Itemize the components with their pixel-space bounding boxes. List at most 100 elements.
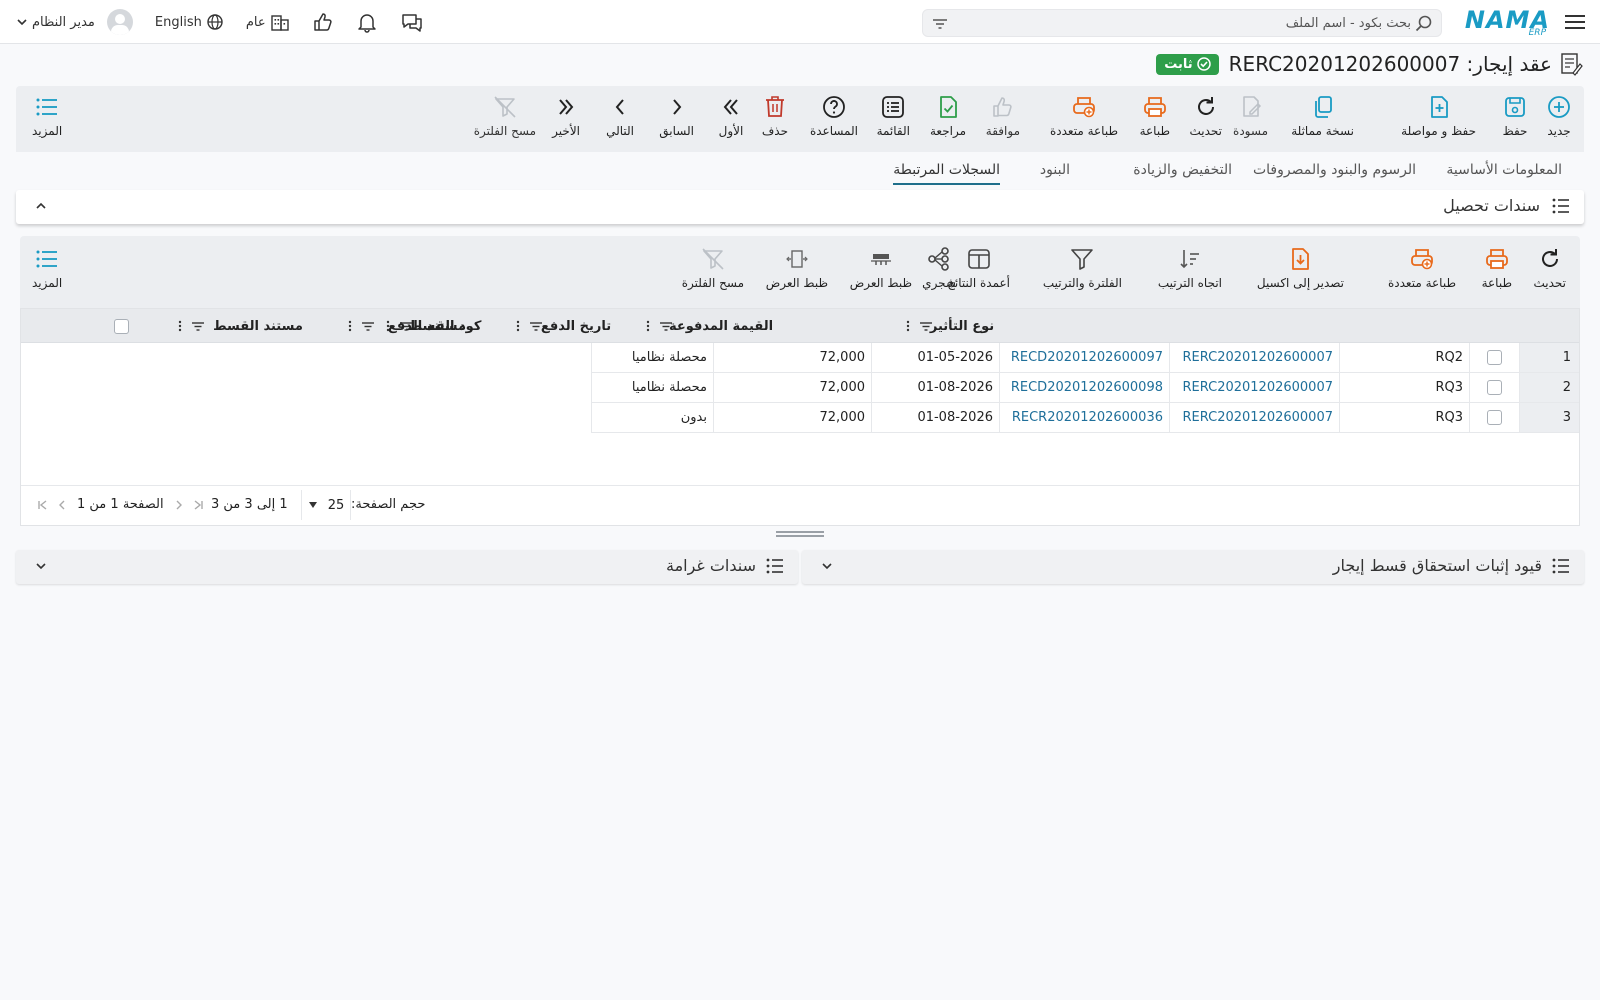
tab-items[interactable]: البنود: [1040, 162, 1070, 178]
penalty-receipts-panel[interactable]: سندات غرامة: [16, 550, 798, 584]
installment-doc-link[interactable]: RERC20201202600007: [1169, 373, 1339, 403]
help-button[interactable]: المساعدة: [810, 94, 858, 138]
last-page-icon[interactable]: [37, 499, 49, 511]
sort-icon: [1180, 250, 1199, 269]
grid-more-button[interactable]: المزيد: [32, 246, 62, 290]
duplicate-button[interactable]: نسخة مماثلة: [1291, 94, 1354, 138]
chevron-down-icon[interactable]: [34, 559, 48, 573]
column-filter-icon[interactable]: [919, 320, 933, 332]
column-filter-icon[interactable]: [361, 320, 375, 332]
review-button[interactable]: مراجعة: [930, 94, 966, 138]
filter-icon[interactable]: [931, 15, 949, 33]
chevron-up-icon[interactable]: [34, 199, 48, 213]
first-button[interactable]: الأول: [718, 94, 744, 138]
export-excel-button[interactable]: تصدير إلى اكسيل: [1257, 246, 1344, 290]
copy-icon: [1314, 96, 1332, 118]
column-filter-icon[interactable]: [529, 320, 543, 332]
user-menu[interactable]: مدير النظام: [16, 9, 137, 35]
col-installment-doc[interactable]: مستند القسط: [173, 309, 343, 343]
search-input[interactable]: [971, 10, 1411, 36]
column-menu-icon[interactable]: [345, 319, 355, 333]
table-row[interactable]: 3 RQ3 RERC20201202600007 RECR20201202600…: [21, 403, 1579, 433]
status-badge: ثابت: [1156, 53, 1219, 75]
delete-button[interactable]: حذف: [762, 94, 788, 138]
fit-view-alt-button[interactable]: ظبط العرض: [766, 246, 828, 290]
column-menu-icon[interactable]: [643, 319, 653, 333]
page-size-select[interactable]: 25: [301, 490, 351, 520]
thumbs-up-icon: [312, 11, 334, 33]
more-button[interactable]: المزيد: [32, 94, 62, 138]
save-continue-button[interactable]: حفظ و مواصلة: [1401, 94, 1476, 138]
next-page-icon[interactable]: [57, 499, 67, 511]
last-button[interactable]: الأخير: [552, 94, 580, 138]
list-icon: [1552, 198, 1570, 214]
effect-type-cell: محصلة نظاميا: [591, 373, 713, 403]
row-checkbox[interactable]: [1487, 380, 1502, 395]
select-all-checkbox[interactable]: [113, 318, 129, 334]
chevron-down-icon[interactable]: [820, 559, 834, 573]
language-switch[interactable]: English: [155, 13, 228, 31]
col-paid-amount[interactable]: القيمة المدفوعة: [641, 309, 801, 343]
fit-view-button[interactable]: ظبط العرض: [850, 246, 912, 290]
tab-basic-info[interactable]: المعلومات الأساسية: [1446, 162, 1562, 178]
column-filter-icon[interactable]: [659, 320, 673, 332]
approve-button[interactable]: موافقة: [986, 94, 1020, 138]
multi-print-button[interactable]: طباعة متعددة: [1050, 94, 1118, 138]
filter-sort-button[interactable]: الفلترة والترتيب: [1043, 246, 1122, 290]
table-row[interactable]: 2 RQ3 RERC20201202600007 RECD20201202600…: [21, 373, 1579, 403]
logo[interactable]: NAMA ERP: [1465, 6, 1550, 38]
clear-filter-button[interactable]: مسح الفلترة: [474, 94, 536, 138]
refresh-button[interactable]: تحديث: [1189, 94, 1222, 138]
receipts-panel-header[interactable]: سندات تحصيل: [16, 190, 1584, 224]
chat-button[interactable]: [400, 11, 428, 33]
first-page-icon[interactable]: [192, 499, 204, 511]
installment-code-cell: RQ2: [1339, 343, 1469, 373]
column-menu-icon[interactable]: [513, 319, 523, 333]
columns-icon: [967, 249, 990, 269]
grid-clear-filter-button[interactable]: مسح الفلترة: [682, 246, 744, 290]
installment-doc-link[interactable]: RERC20201202600007: [1169, 403, 1339, 433]
search-icon[interactable]: [1415, 15, 1433, 33]
previous-page-icon[interactable]: [174, 499, 184, 511]
payment-doc-link[interactable]: RECD20201202600098: [999, 373, 1169, 403]
tree-view-button[interactable]: شجري: [922, 246, 956, 290]
grid-refresh-button[interactable]: تحديث: [1533, 246, 1566, 290]
previous-button[interactable]: السابق: [659, 94, 694, 138]
row-checkbox[interactable]: [1487, 410, 1502, 425]
column-menu-icon[interactable]: [175, 319, 185, 333]
print-button[interactable]: طباعة: [1140, 94, 1170, 138]
tab-fees[interactable]: الرسوم والبنود والمصروفات: [1253, 162, 1416, 178]
menu-icon[interactable]: [1564, 11, 1586, 33]
grid-print-button[interactable]: طباعة: [1482, 246, 1512, 290]
like-button[interactable]: [312, 11, 338, 33]
accrual-entries-panel[interactable]: قيود إثبات استحقاق قسط إيجار: [802, 550, 1584, 584]
sort-direction-label: اتجاه الترتيب: [1157, 276, 1222, 290]
tab-related-records[interactable]: السجلات المرتبطة: [893, 162, 1000, 185]
column-filter-icon[interactable]: [191, 320, 205, 332]
table-row[interactable]: 1 RQ2 RERC20201202600007 RECD20201202600…: [21, 343, 1579, 373]
payment-doc-link[interactable]: RECD20201202600097: [999, 343, 1169, 373]
row-checkbox[interactable]: [1487, 350, 1502, 365]
grid-print-label: طباعة: [1481, 276, 1512, 290]
bell-icon: [356, 11, 378, 33]
more-label: المزيد: [32, 124, 63, 138]
sort-direction-button[interactable]: اتجاه الترتيب: [1158, 246, 1222, 290]
installment-doc-link[interactable]: RERC20201202600007: [1169, 343, 1339, 373]
list-button[interactable]: القائمة: [877, 94, 910, 138]
next-button[interactable]: التالي: [606, 94, 634, 138]
resize-handle[interactable]: [776, 531, 824, 537]
branch-switch[interactable]: عام: [246, 13, 294, 31]
tab-discount[interactable]: التخفيض والزيادة: [1133, 162, 1232, 178]
col-payment-date[interactable]: تاريخ الدفع: [511, 309, 641, 343]
draft-button[interactable]: مسودة: [1233, 94, 1268, 138]
save-button[interactable]: حفظ: [1502, 94, 1528, 138]
col-payment-doc[interactable]: مستند الدفع: [343, 309, 511, 343]
notifications-button[interactable]: [356, 11, 382, 33]
grid-multi-print-button[interactable]: طباعة متعددة: [1388, 246, 1456, 290]
receipts-grid: كود القسط مستند القسط مستند الدفع تاريخ …: [20, 308, 1580, 526]
result-columns-button[interactable]: أعمدة النتائج: [947, 246, 1010, 290]
col-effect-type[interactable]: نوع التأثير: [901, 309, 1023, 343]
column-menu-icon[interactable]: [903, 319, 913, 333]
new-button[interactable]: جديد: [1546, 94, 1572, 138]
payment-doc-link[interactable]: RECR20201202600036: [999, 403, 1169, 433]
